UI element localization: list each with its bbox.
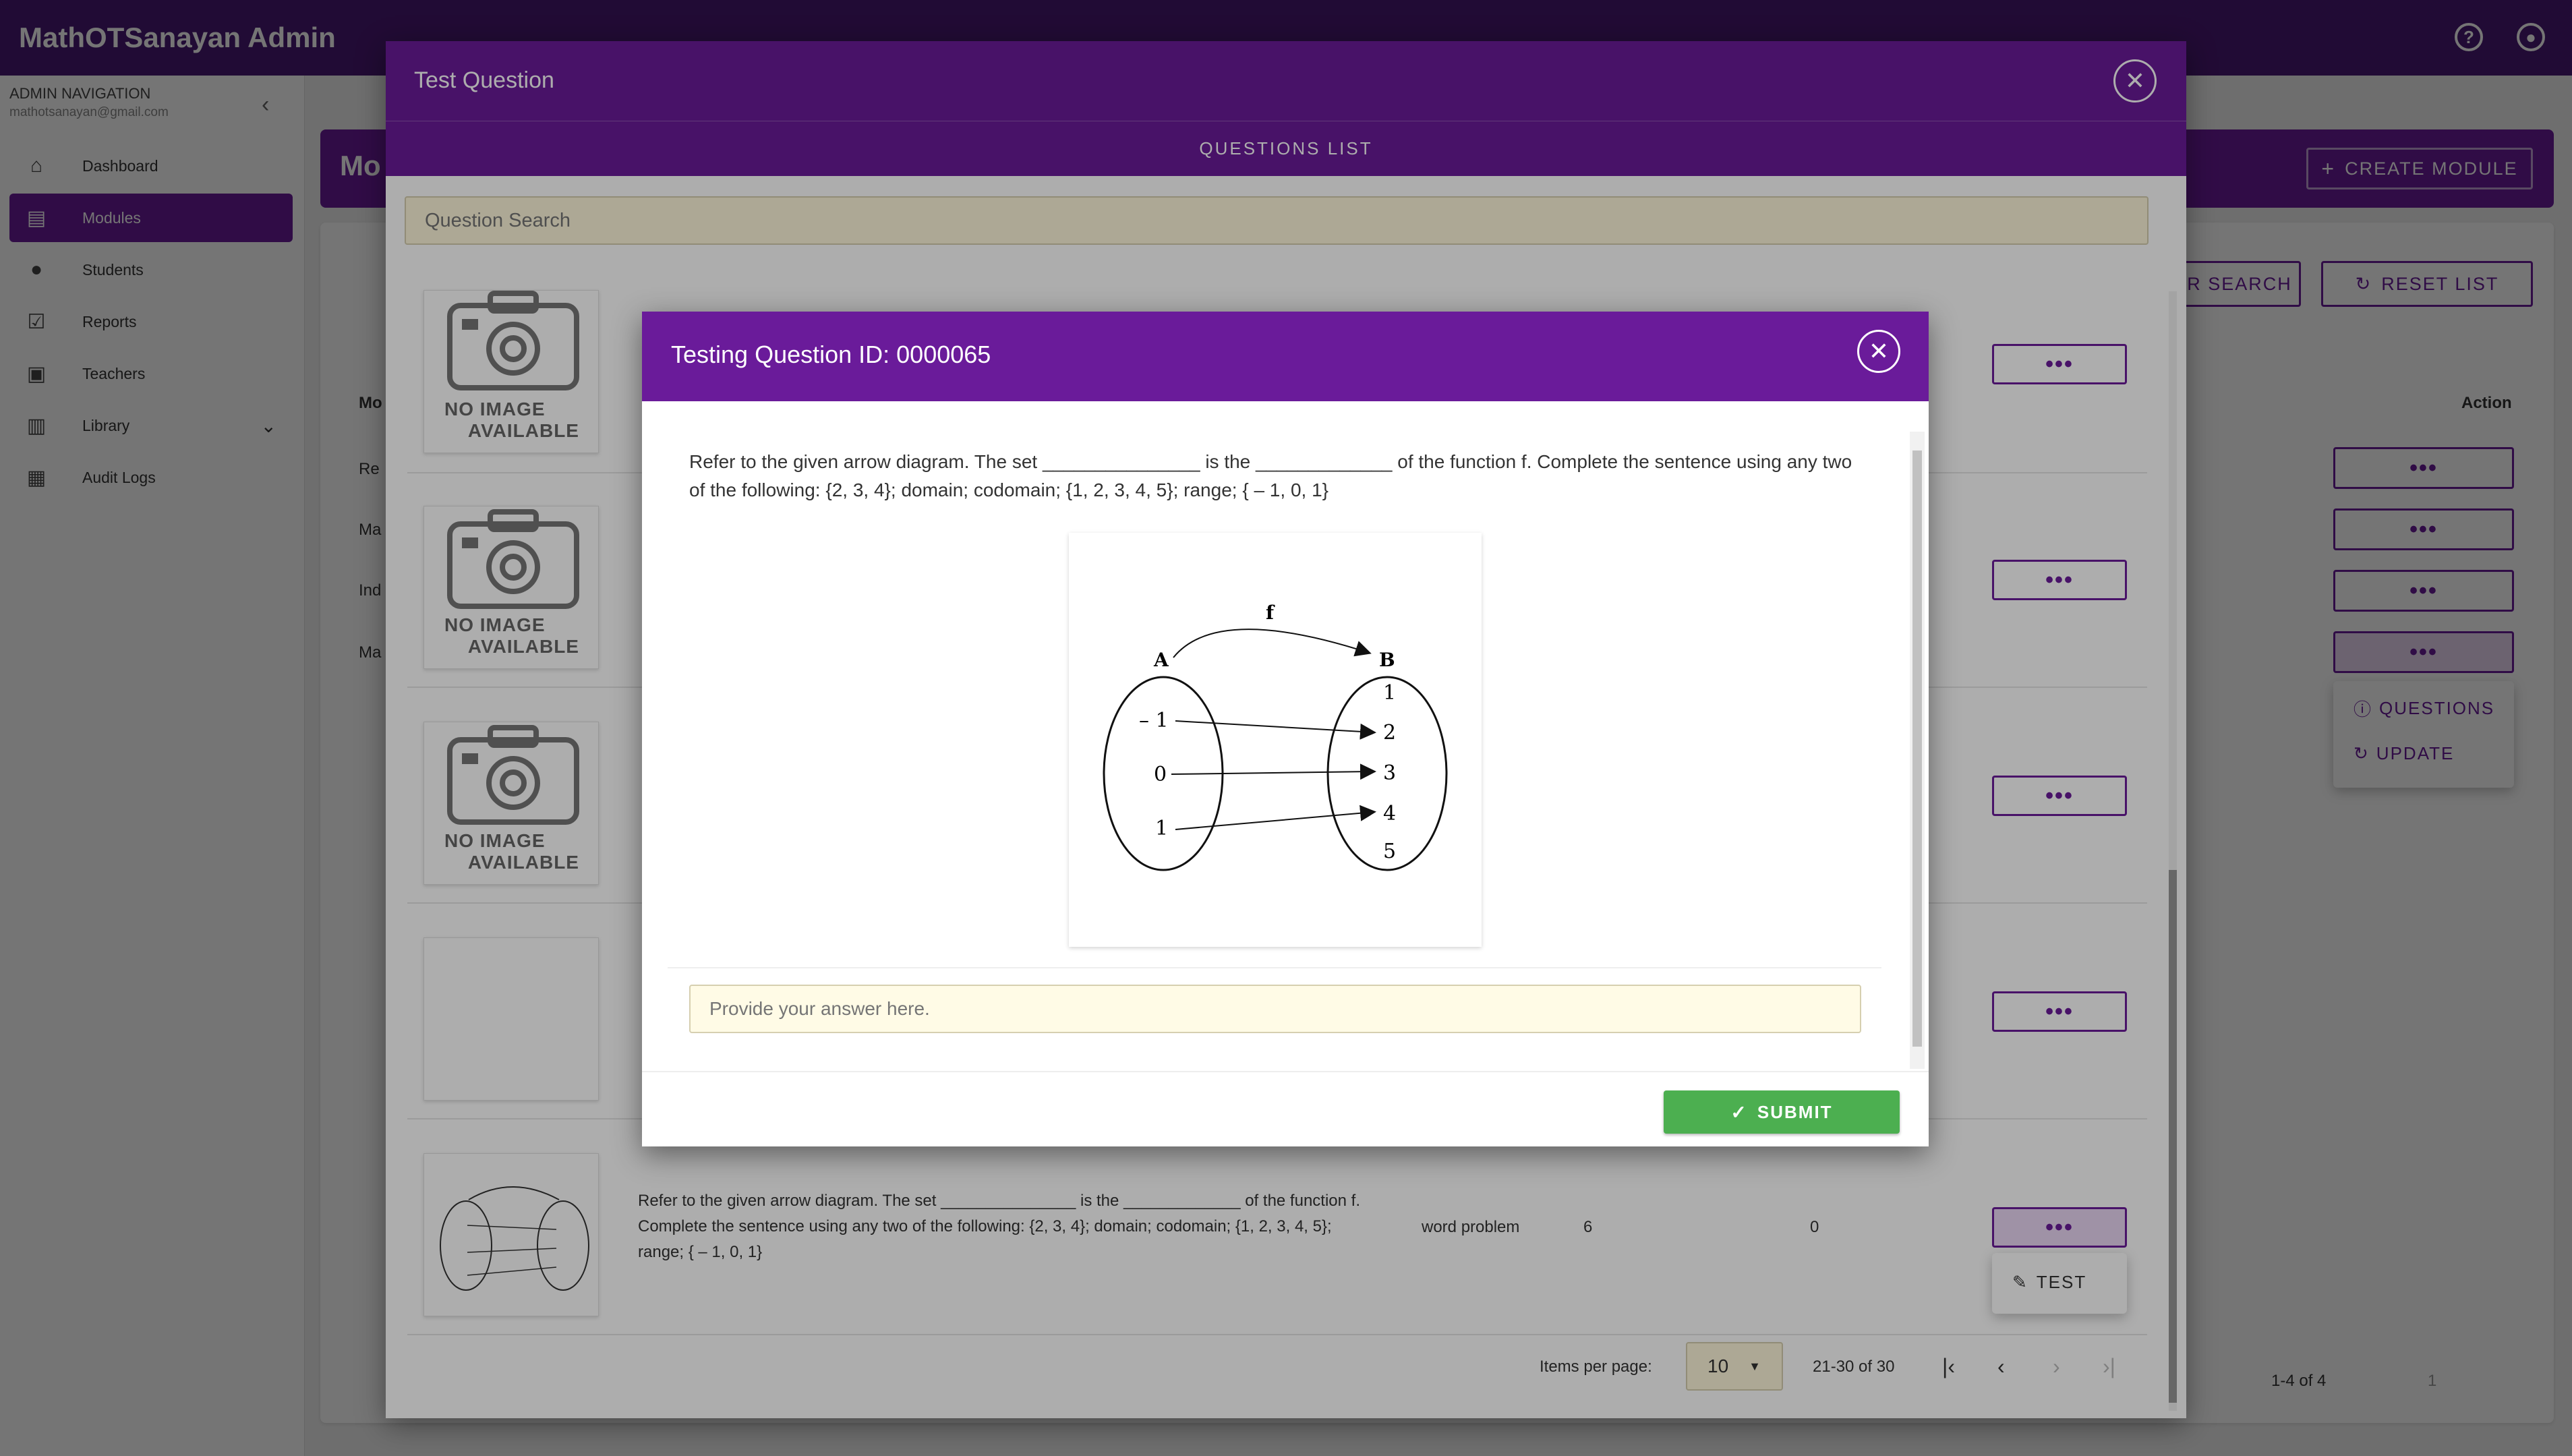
domain-value: – 1 bbox=[1139, 709, 1169, 732]
codomain-value: 1 bbox=[1383, 681, 1396, 705]
domain-value: 0 bbox=[1154, 763, 1167, 786]
set-a-label: A bbox=[1153, 649, 1169, 671]
set-b-label: B bbox=[1379, 649, 1395, 671]
submit-label: SUBMIT bbox=[1757, 1101, 1833, 1122]
arrow-diagram: f A B – 1 0 1 1 2 3 4 5 bbox=[1069, 533, 1482, 947]
close-icon[interactable]: ✕ bbox=[1857, 330, 1900, 373]
function-label: f bbox=[1266, 602, 1275, 624]
answer-input[interactable] bbox=[689, 985, 1861, 1033]
domain-value: 1 bbox=[1155, 817, 1168, 840]
divider bbox=[642, 1071, 1929, 1072]
codomain-value: 2 bbox=[1383, 721, 1396, 745]
submit-button[interactable]: ✓ SUBMIT bbox=[1664, 1090, 1900, 1134]
divider bbox=[668, 967, 1881, 968]
check-icon: ✓ bbox=[1730, 1101, 1748, 1123]
codomain-value: 5 bbox=[1383, 840, 1396, 863]
codomain-value: 3 bbox=[1383, 761, 1396, 785]
test-question-text: Refer to the given arrow diagram. The se… bbox=[689, 451, 1852, 500]
testing-dialog-title: Testing Question ID: 0000065 bbox=[671, 341, 991, 368]
codomain-value: 4 bbox=[1383, 802, 1396, 825]
test-dialog-scrollbar-thumb[interactable] bbox=[1912, 450, 1922, 1047]
